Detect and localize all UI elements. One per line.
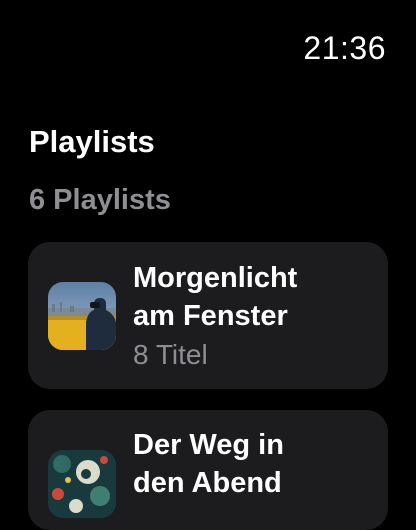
status-time: 21:36 [303,30,386,66]
playlist-title: Morgenlicht am Fenster [133,262,298,332]
playlist-artwork [48,450,116,518]
playlist-track-count: 8 Titel [133,339,208,370]
playlist-artwork [48,282,116,350]
playlist-title: Der Weg in den Abend [133,429,284,499]
page-title: Playlists [29,124,155,159]
playlist-count: 6 Playlists [29,184,171,216]
playlist-card[interactable]: Der Weg in den Abend [28,410,388,530]
playlist-card[interactable]: Morgenlicht am Fenster 8 Titel [28,242,388,389]
